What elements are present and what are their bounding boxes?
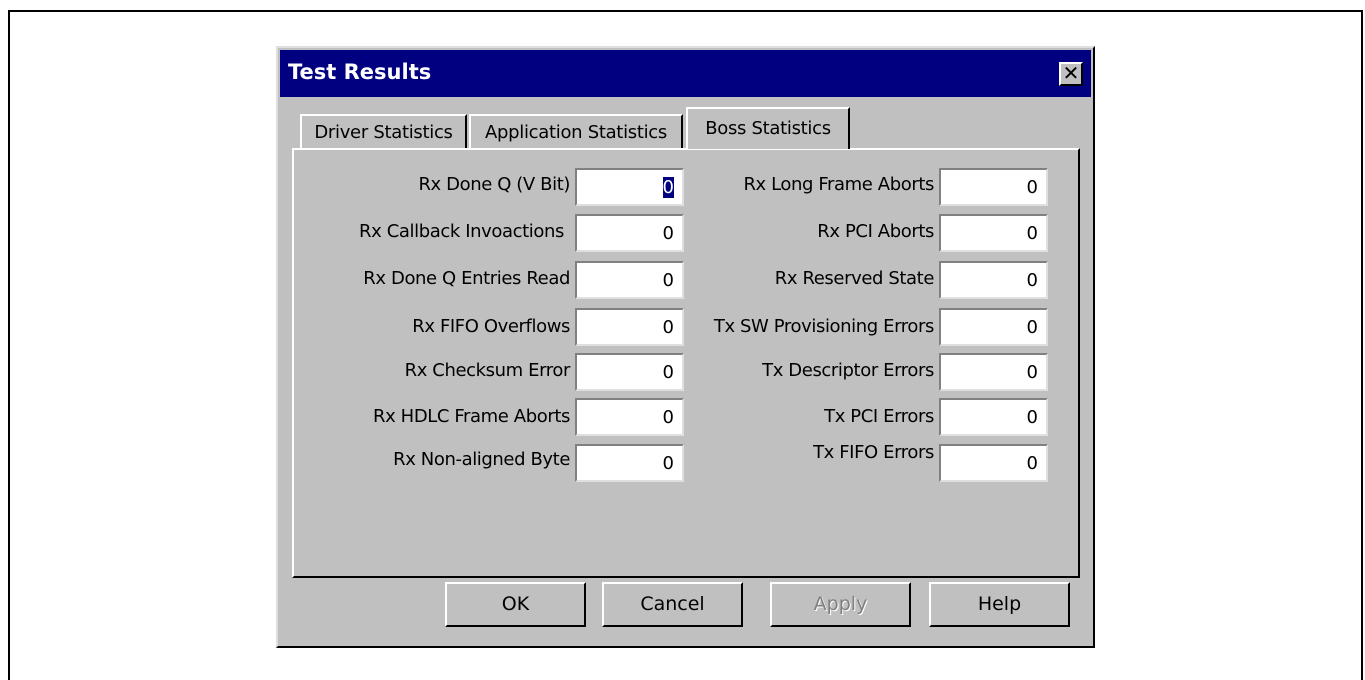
stat-value: 0 <box>1026 223 1038 244</box>
cancel-button[interactable]: Cancel <box>602 582 743 627</box>
help-button[interactable]: Help <box>929 582 1070 627</box>
stat-value: 0 <box>1026 177 1038 198</box>
stat-label: Tx PCI Errors <box>824 406 934 427</box>
stat-value: 0 <box>1026 453 1038 474</box>
ok-button[interactable]: OK <box>445 582 586 627</box>
dialog-title: Test Results <box>288 60 432 84</box>
stat-value: 0 <box>1026 407 1038 428</box>
rx-fifo-overflows-field[interactable]: 0 <box>575 308 684 346</box>
tab-application-statistics[interactable]: Application Statistics <box>469 114 683 149</box>
stat-label: Tx SW Provisioning Errors <box>713 316 935 337</box>
tab-boss-statistics[interactable]: Boss Statistics <box>686 107 850 149</box>
stat-label: Rx Long Frame Aborts <box>743 174 934 195</box>
tab-label: Application Statistics <box>485 122 667 143</box>
apply-button[interactable]: Apply <box>770 582 911 627</box>
tx-sw-provisioning-errors-field[interactable]: 0 <box>939 308 1048 346</box>
rx-pci-aborts-field[interactable]: 0 <box>939 214 1048 252</box>
close-icon[interactable]: ✕ <box>1059 62 1083 86</box>
rx-done-q-v-bit-field[interactable]: 0 <box>575 168 684 206</box>
tx-descriptor-errors-field[interactable]: 0 <box>939 353 1048 391</box>
stat-label: Rx PCI Aborts <box>817 221 934 242</box>
stat-value: 0 <box>1026 362 1038 383</box>
rx-checksum-error-field[interactable]: 0 <box>575 353 684 391</box>
stat-label: Rx HDLC Frame Aborts <box>373 406 570 427</box>
stat-label: Rx FIFO Overflows <box>412 316 570 337</box>
stat-label: Rx Done Q Entries Read <box>363 268 570 289</box>
test-results-dialog: Test Results ✕ Driver Statistics Applica… <box>276 46 1095 648</box>
stat-label: Rx Reserved State <box>774 268 935 289</box>
tx-pci-errors-field[interactable]: 0 <box>939 398 1048 436</box>
rx-reserved-state-field[interactable]: 0 <box>939 261 1048 299</box>
stat-label: Rx Done Q (V Bit) <box>418 174 570 195</box>
stat-label: Rx Non-aligned Byte <box>393 449 570 470</box>
tab-label: Boss Statistics <box>705 118 831 139</box>
tx-fifo-errors-field[interactable]: 0 <box>939 444 1048 482</box>
stat-value: 0 <box>662 407 674 428</box>
stat-value: 0 <box>1026 270 1038 291</box>
stat-value: 0 <box>662 453 674 474</box>
stat-value: 0 <box>662 223 674 244</box>
tab-driver-statistics[interactable]: Driver Statistics <box>300 114 467 149</box>
title-bar: Test Results ✕ <box>280 50 1091 97</box>
stat-label: Tx Descriptor Errors <box>762 360 934 381</box>
stat-value: 0 <box>662 317 674 338</box>
stat-label: Rx Callback Invoactions <box>359 221 564 242</box>
stat-value: 0 <box>1026 317 1038 338</box>
stat-value: 0 <box>662 177 674 198</box>
stat-label: Rx Checksum Error <box>404 360 571 381</box>
rx-callback-invoactions-field[interactable]: 0 <box>575 214 684 252</box>
rx-non-aligned-byte-field[interactable]: 0 <box>575 444 684 482</box>
stat-label: Tx FIFO Errors <box>813 442 934 463</box>
stat-value: 0 <box>662 270 674 291</box>
stat-value: 0 <box>662 362 674 383</box>
rx-hdlc-frame-aborts-field[interactable]: 0 <box>575 398 684 436</box>
tab-label: Driver Statistics <box>314 122 453 143</box>
boss-statistics-panel: Rx Done Q (V Bit) Rx Callback Invoaction… <box>292 148 1080 578</box>
rx-done-q-entries-read-field[interactable]: 0 <box>575 261 684 299</box>
rx-long-frame-aborts-field[interactable]: 0 <box>939 168 1048 206</box>
